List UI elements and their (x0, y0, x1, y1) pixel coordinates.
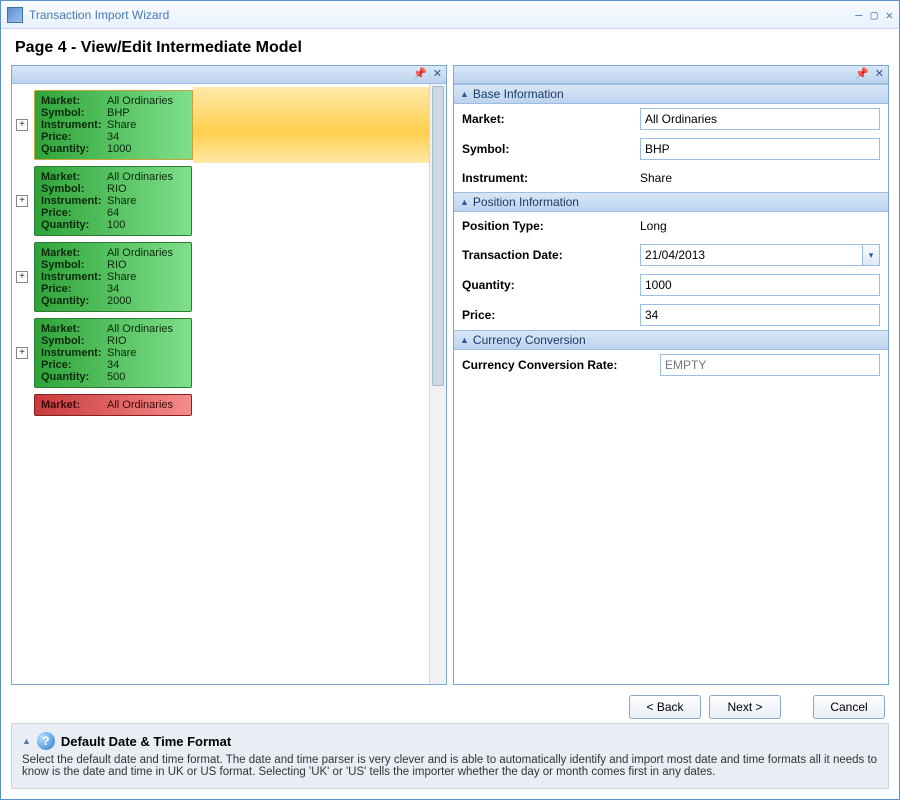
chevron-up-icon: ▲ (460, 197, 469, 207)
transaction-card[interactable]: Market:All OrdinariesSymbol:RIOInstrumen… (34, 242, 192, 312)
label-symbol: Symbol: (462, 142, 632, 156)
selection-highlight (193, 87, 429, 163)
chevron-up-icon[interactable]: ▲ (22, 736, 31, 746)
chevron-up-icon: ▲ (460, 335, 469, 345)
label-position-type: Position Type: (462, 219, 632, 233)
input-currency-conversion-rate[interactable] (660, 354, 880, 376)
expand-button[interactable]: + (16, 347, 28, 359)
titlebar: Transaction Import Wizard — ▢ ✕ (1, 1, 899, 29)
card-row: + Market:All OrdinariesSymbol:RIOInstrume… (16, 318, 425, 388)
input-quantity[interactable] (640, 274, 880, 296)
value-position-type: Long (640, 216, 880, 236)
transaction-card[interactable]: Market:All OrdinariesSymbol:BHPInstrumen… (34, 90, 425, 160)
minimize-button[interactable]: — (855, 8, 862, 22)
pin-icon[interactable]: 📌 (413, 69, 427, 80)
value-instrument: Share (640, 168, 880, 188)
page-title: Page 4 - View/Edit Intermediate Model (11, 29, 889, 65)
label-quantity: Quantity: (462, 278, 632, 292)
transaction-card[interactable]: Market:All OrdinariesSymbol:RIOInstrumen… (34, 318, 192, 388)
next-button[interactable]: Next > (709, 695, 781, 719)
help-body: Select the default date and time format.… (22, 754, 878, 778)
input-price[interactable] (640, 304, 880, 326)
help-panel: ▲ ? Default Date & Time Format Select th… (11, 723, 889, 789)
input-market[interactable] (640, 108, 880, 130)
help-title: Default Date & Time Format (61, 734, 231, 749)
pin-icon[interactable]: 📌 (855, 69, 869, 80)
property-panel: 📌 ✕ ▲ Base Information Market: Symbol: (453, 65, 889, 685)
input-symbol[interactable] (640, 138, 880, 160)
expand-button[interactable]: + (16, 271, 28, 283)
group-position-information[interactable]: ▲ Position Information (454, 192, 888, 212)
cancel-button[interactable]: Cancel (813, 695, 885, 719)
card-row: + Market:All OrdinariesSymbol:RIOInstrume… (16, 166, 425, 236)
group-label: Position Information (473, 195, 579, 209)
card-row: + Market:All OrdinariesSymbol:RIOInstrume… (16, 242, 425, 312)
card-list: + Market:All OrdinariesSymbol:BHPInstrume… (12, 84, 429, 684)
app-icon (7, 7, 23, 23)
expand-button[interactable]: + (16, 195, 28, 207)
help-icon: ? (37, 732, 55, 750)
close-icon[interactable]: ✕ (433, 69, 442, 80)
label-instrument: Instrument: (462, 171, 632, 185)
group-label: Currency Conversion (473, 333, 586, 347)
expand-button[interactable]: + (16, 119, 28, 131)
label-transaction-date: Transaction Date: (462, 248, 632, 262)
window-title: Transaction Import Wizard (29, 8, 855, 22)
group-base-information[interactable]: ▲ Base Information (454, 84, 888, 104)
card-row: + Market:All OrdinariesSymbol:BHPInstrume… (16, 90, 425, 160)
label-price: Price: (462, 308, 632, 322)
chevron-up-icon: ▲ (460, 89, 469, 99)
card-scrollbar[interactable] (429, 84, 446, 684)
card-row: +Market:All Ordinaries (16, 394, 425, 416)
cards-panel: 📌 ✕ + Market:All OrdinariesSymbol:BHPInst… (11, 65, 447, 685)
input-transaction-date[interactable] (640, 244, 862, 266)
label-currency-conversion-rate: Currency Conversion Rate: (462, 358, 652, 372)
maximize-button[interactable]: ▢ (871, 8, 878, 22)
close-button[interactable]: ✕ (886, 8, 893, 22)
group-currency-conversion[interactable]: ▲ Currency Conversion (454, 330, 888, 350)
transaction-card[interactable]: Market:All Ordinaries (34, 394, 192, 416)
close-icon[interactable]: ✕ (875, 69, 884, 80)
group-label: Base Information (473, 87, 564, 101)
label-market: Market: (462, 112, 632, 126)
back-button[interactable]: < Back (629, 695, 701, 719)
scrollbar-thumb[interactable] (432, 86, 444, 386)
transaction-card[interactable]: Market:All OrdinariesSymbol:RIOInstrumen… (34, 166, 192, 236)
date-dropdown-button[interactable]: ▾ (862, 244, 880, 266)
